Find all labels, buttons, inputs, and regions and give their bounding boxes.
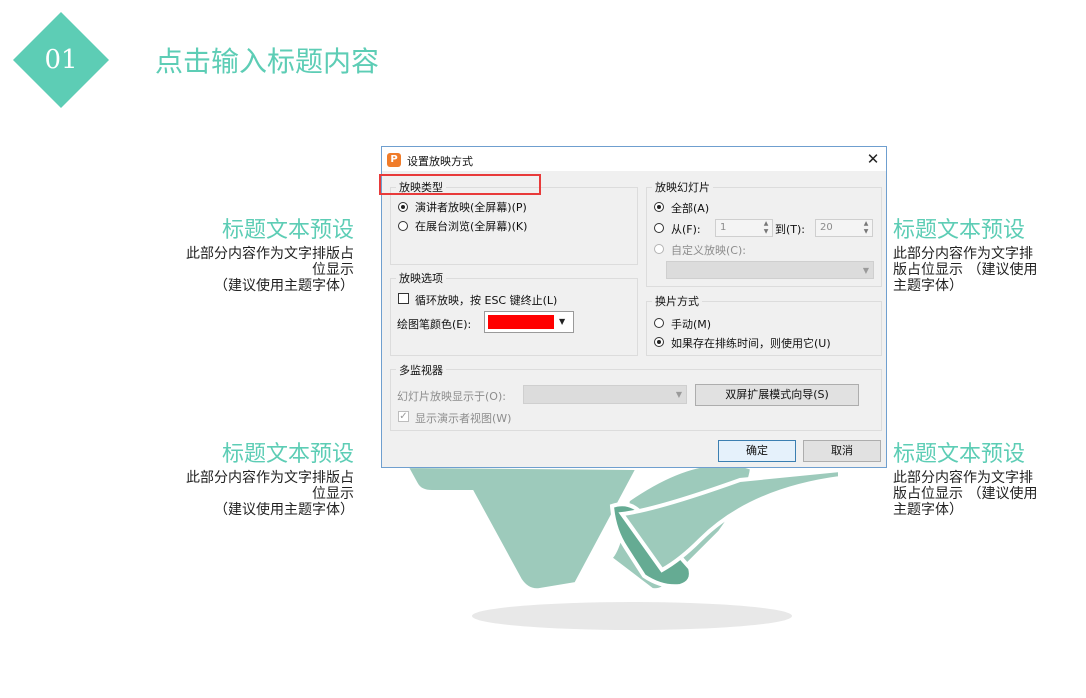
from-label: 从(F): [671, 223, 701, 236]
advance-label: 换片方式 [652, 293, 702, 309]
custom-show-label: 自定义放映(C): [671, 244, 746, 257]
monitors-label: 多监视器 [396, 362, 446, 378]
block-title: 标题文本预设 [221, 218, 354, 243]
block-line: 此部分内容作为文字排 [893, 246, 1033, 262]
chevron-down-icon: ▼ [559, 317, 566, 326]
block-line: 版占位显示 （建议使用 [893, 262, 1038, 278]
pen-color-label: 绘图笔颜色(E): [397, 318, 472, 331]
text-block-right-top: 标题文本预设 此部分内容作为文字排 版占位显示 （建议使用 主题字体） [893, 212, 1073, 294]
slides-label: 放映幻灯片 [652, 179, 713, 195]
kiosk-radio[interactable] [398, 221, 408, 231]
presenter-view-label: 显示演示者视图(W) [415, 412, 512, 425]
block-line: 此部分内容作为文字排 [893, 470, 1033, 486]
use-timings-radio[interactable] [654, 337, 664, 347]
presenter-view-checkbox[interactable]: ✓ [398, 411, 409, 422]
ok-button[interactable]: 确定 [718, 440, 796, 462]
spinner-arrows-icon: ▲ ▼ [763, 220, 769, 235]
block-line: 主题字体） [893, 502, 963, 518]
to-value: 20 [820, 222, 833, 233]
text-block-right-bottom: 标题文本预设 此部分内容作为文字排 版占位显示 （建议使用 主题字体） [893, 436, 1073, 518]
manual-label: 手动(M) [671, 318, 712, 331]
pen-color-swatch [488, 315, 554, 329]
block-line: 位显示 [312, 486, 354, 502]
block-line: （建议使用主题字体） [214, 502, 354, 518]
chevron-down-icon: ▼ [675, 390, 682, 399]
highlight-box [379, 174, 541, 195]
custom-show-select[interactable]: ▼ [666, 261, 874, 279]
block-line: 此部分内容作为文字排版占 [186, 246, 354, 262]
block-title: 标题文本预设 [221, 442, 354, 467]
block-line: （建议使用主题字体） [214, 278, 354, 294]
speaker-label: 演讲者放映(全屏幕)(P) [415, 201, 527, 214]
close-icon[interactable]: ✕ [864, 150, 882, 168]
to-label: 到(T): [775, 223, 806, 236]
from-value: 1 [720, 222, 727, 233]
speaker-radio[interactable] [398, 202, 408, 212]
block-title: 标题文本预设 [893, 442, 1026, 467]
display-on-select[interactable]: ▼ [523, 385, 687, 404]
chevron-down-icon: ▼ [862, 266, 869, 275]
kiosk-label: 在展台浏览(全屏幕)(K) [415, 220, 528, 233]
all-slides-label: 全部(A) [671, 202, 710, 215]
to-spinner[interactable]: 20 ▲ ▼ [815, 219, 873, 237]
block-line: 版占位显示 （建议使用 [893, 486, 1038, 502]
loop-label: 循环放映，按 ESC 键终止(L) [415, 294, 558, 307]
all-slides-radio[interactable] [654, 202, 664, 212]
from-spinner[interactable]: 1 ▲ ▼ [715, 219, 773, 237]
wps-presentation-icon: P [387, 153, 401, 167]
block-line: 此部分内容作为文字排版占 [186, 470, 354, 486]
use-timings-label: 如果存在排练时间，则使用它(U) [671, 337, 831, 350]
text-block-left-bottom: 标题文本预设 此部分内容作为文字排版占 位显示 （建议使用主题字体） [150, 436, 354, 518]
decorative-shape [402, 461, 842, 630]
block-line: 主题字体） [893, 278, 963, 294]
cancel-button[interactable]: 取消 [803, 440, 881, 462]
page-title: 点击输入标题内容 [155, 45, 380, 78]
custom-show-radio[interactable] [654, 244, 664, 254]
dialog-title: 设置放映方式 [407, 155, 473, 168]
display-on-label: 幻灯片放映显示于(O): [397, 390, 506, 403]
from-radio[interactable] [654, 223, 664, 233]
spinner-arrows-icon: ▲ ▼ [863, 220, 869, 235]
loop-checkbox[interactable] [398, 293, 409, 304]
dual-screen-wizard-button[interactable]: 双屏扩展模式向导(S) [695, 384, 859, 406]
dialog-titlebar: P 设置放映方式 ✕ [382, 147, 886, 171]
pen-color-picker[interactable]: ▼ [484, 311, 574, 333]
badge-number: 01 [44, 45, 78, 75]
block-line: 位显示 [312, 262, 354, 278]
show-options-label: 放映选项 [396, 270, 446, 286]
text-block-left-top: 标题文本预设 此部分内容作为文字排版占 位显示 （建议使用主题字体） [150, 212, 354, 294]
block-title: 标题文本预设 [893, 218, 1026, 243]
manual-radio[interactable] [654, 318, 664, 328]
